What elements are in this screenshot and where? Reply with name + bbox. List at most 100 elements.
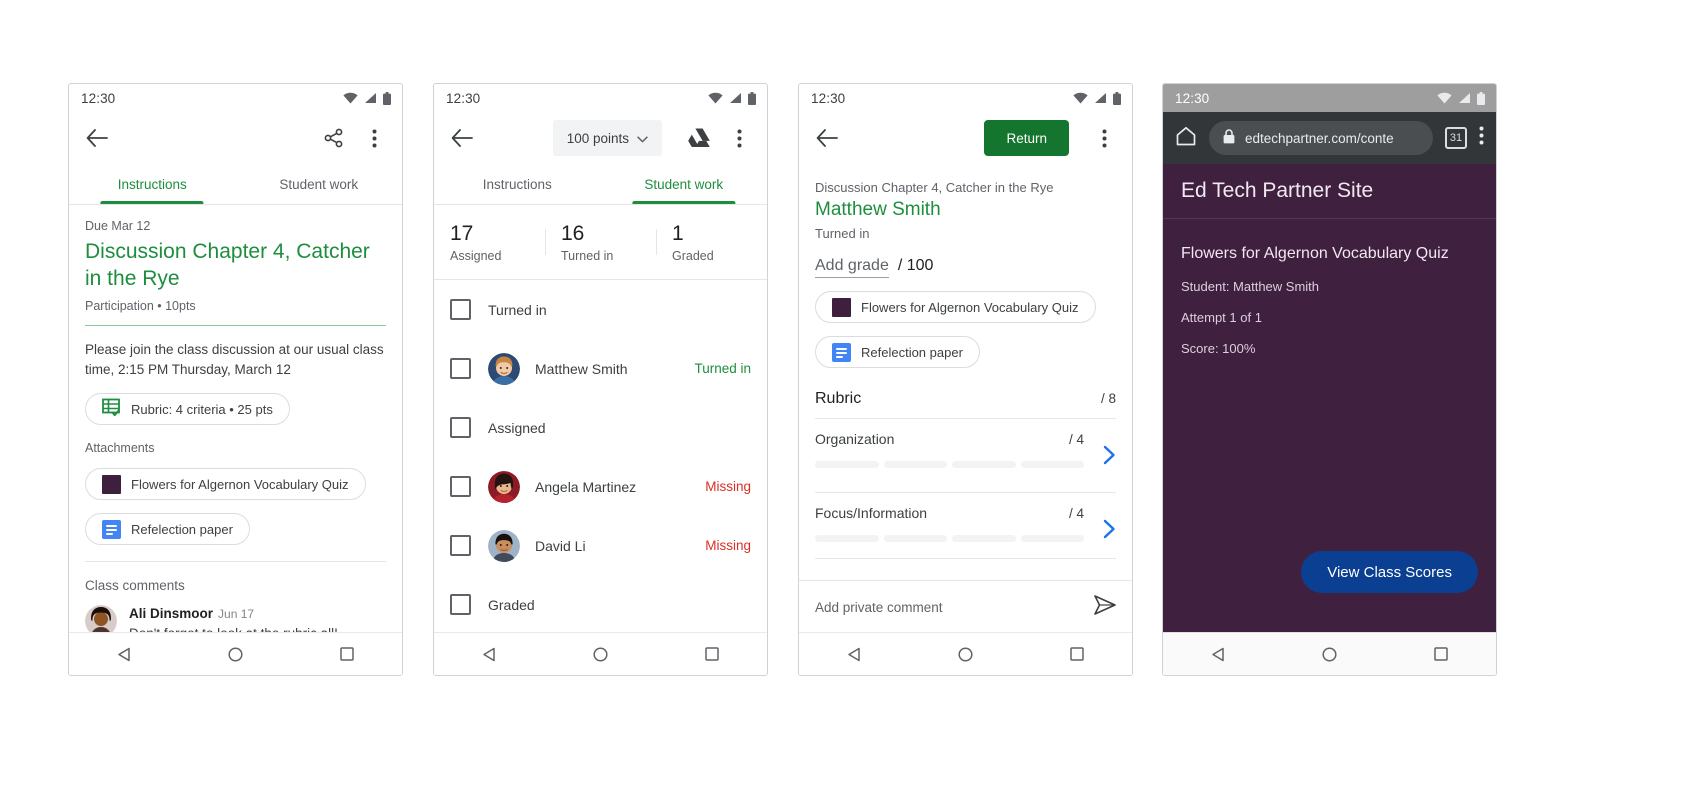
attachment-label: Refelection paper xyxy=(131,521,233,537)
rubric-title: Rubric xyxy=(815,390,862,407)
tab-instructions[interactable]: Instructions xyxy=(69,164,236,204)
signal-icon xyxy=(364,92,377,104)
row-checkbox[interactable] xyxy=(450,594,471,615)
avatar xyxy=(488,470,520,503)
app-bar: Return xyxy=(799,112,1132,164)
level-segment[interactable] xyxy=(952,535,1016,542)
level-segment[interactable] xyxy=(883,535,947,542)
doc-icon xyxy=(102,519,121,539)
chevron-down-icon xyxy=(637,131,648,146)
tab-student-work[interactable]: Student work xyxy=(236,164,403,204)
green-divider xyxy=(85,325,386,326)
overflow-menu-icon[interactable] xyxy=(1479,126,1484,150)
comment-author: Ali Dinsmoor xyxy=(129,606,214,621)
return-button[interactable]: Return xyxy=(984,120,1069,156)
level-segment[interactable] xyxy=(815,535,879,542)
rubric-chip-row: Rubric: 4 criteria • 25 pts xyxy=(85,393,386,425)
battery-icon xyxy=(748,91,756,105)
overflow-menu-icon[interactable] xyxy=(1089,123,1119,153)
rubric-criterion-organization[interactable]: Organization / 4 xyxy=(815,418,1116,482)
assignment-content: Due Mar 12 Discussion Chapter 4, Catcher… xyxy=(69,219,402,641)
attachment-chip-doc[interactable]: Refelection paper xyxy=(85,513,250,545)
stat-turned-in[interactable]: 16 Turned in xyxy=(545,221,656,263)
back-arrow-icon[interactable] xyxy=(447,123,477,153)
wifi-icon xyxy=(708,92,723,104)
nav-back-icon[interactable] xyxy=(847,647,862,662)
app-bar: 100 points xyxy=(434,112,767,164)
row-checkbox[interactable] xyxy=(450,535,471,556)
list-item-group[interactable]: Graded xyxy=(434,575,767,634)
tab-count-icon[interactable]: 31 xyxy=(1445,127,1467,149)
group-label: Assigned xyxy=(488,419,546,436)
chevron-right-icon[interactable] xyxy=(1103,445,1116,470)
list-item-group[interactable]: Turned in xyxy=(434,280,767,339)
nav-back-icon[interactable] xyxy=(117,647,132,662)
points-dropdown[interactable]: 100 points xyxy=(552,120,662,156)
row-checkbox[interactable] xyxy=(450,358,471,379)
stat-number: 16 xyxy=(561,222,585,245)
lock-icon xyxy=(1223,129,1235,147)
row-checkbox[interactable] xyxy=(450,299,471,320)
nav-home-icon[interactable] xyxy=(228,646,244,662)
home-icon[interactable] xyxy=(1175,125,1197,152)
table-row[interactable]: David Li Missing xyxy=(434,516,767,575)
battery-icon xyxy=(1113,91,1121,105)
row-checkbox[interactable] xyxy=(450,476,471,497)
wifi-icon xyxy=(343,92,358,104)
criterion-level-bar xyxy=(815,535,1116,556)
nav-recents-icon[interactable] xyxy=(1070,647,1084,661)
stat-assigned[interactable]: 17 Assigned xyxy=(434,221,545,263)
criterion-value: / 4 xyxy=(1068,432,1084,447)
address-bar[interactable]: edtechpartner.com/conte xyxy=(1209,121,1433,155)
status-clock: 12:30 xyxy=(811,90,846,106)
nav-home-icon[interactable] xyxy=(958,646,974,662)
table-row[interactable]: Matthew Smith Turned in xyxy=(434,339,767,398)
overflow-menu-icon[interactable] xyxy=(724,123,754,153)
level-segment[interactable] xyxy=(1020,461,1084,468)
stat-graded[interactable]: 1 Graded xyxy=(656,221,767,263)
class-comments-label: Class comments xyxy=(85,578,185,593)
nav-home-icon[interactable] xyxy=(593,646,609,662)
rubric-criterion-focus[interactable]: Focus/Information / 4 xyxy=(815,492,1116,556)
view-class-scores-button[interactable]: View Class Scores xyxy=(1301,551,1478,593)
status-clock: 12:30 xyxy=(446,90,481,106)
nav-back-icon[interactable] xyxy=(482,647,497,662)
tab-student-work[interactable]: Student work xyxy=(601,164,768,204)
level-segment[interactable] xyxy=(883,461,947,468)
share-icon[interactable] xyxy=(319,123,349,153)
chevron-right-icon[interactable] xyxy=(1103,519,1116,544)
level-segment[interactable] xyxy=(1020,535,1084,542)
phone-panel-student-work: 12:30 100 points Instructions Student wo… xyxy=(433,83,768,676)
quiz-swatch-icon xyxy=(102,474,121,494)
drive-icon[interactable] xyxy=(684,123,714,153)
battery-icon xyxy=(383,91,391,105)
row-checkbox[interactable] xyxy=(450,417,471,438)
student-name: Matthew Smith xyxy=(535,360,628,377)
back-arrow-icon[interactable] xyxy=(812,123,842,153)
status-clock: 12:30 xyxy=(1175,90,1210,106)
rubric-total: / 8 xyxy=(1100,391,1116,406)
nav-recents-icon[interactable] xyxy=(340,647,354,661)
rubric-chip[interactable]: Rubric: 4 criteria • 25 pts xyxy=(85,393,290,425)
list-item-group[interactable]: Assigned xyxy=(434,398,767,457)
nav-back-icon[interactable] xyxy=(1211,647,1226,662)
level-segment[interactable] xyxy=(952,461,1016,468)
android-nav-bar xyxy=(434,632,767,675)
back-arrow-icon[interactable] xyxy=(82,123,112,153)
attachment-chip-quiz[interactable]: Flowers for Algernon Vocabulary Quiz xyxy=(815,291,1096,323)
nav-recents-icon[interactable] xyxy=(705,647,719,661)
send-icon[interactable] xyxy=(1094,594,1116,620)
status-bar: 12:30 xyxy=(434,84,767,112)
nav-recents-icon[interactable] xyxy=(1434,647,1448,661)
private-comment-input[interactable]: Add private comment xyxy=(815,600,1084,615)
nav-home-icon[interactable] xyxy=(1322,646,1338,662)
add-grade-input[interactable]: Add grade xyxy=(815,257,889,278)
table-row[interactable]: Angela Martinez Missing xyxy=(434,457,767,516)
due-date: Due Mar 12 xyxy=(85,219,151,233)
tab-instructions[interactable]: Instructions xyxy=(434,164,601,204)
overflow-menu-icon[interactable] xyxy=(359,123,389,153)
level-segment[interactable] xyxy=(815,461,879,468)
attachment-chip-doc[interactable]: Refelection paper xyxy=(815,336,980,368)
student-name: Matthew Smith xyxy=(815,199,941,220)
attachment-chip-quiz[interactable]: Flowers for Algernon Vocabulary Quiz xyxy=(85,468,366,500)
